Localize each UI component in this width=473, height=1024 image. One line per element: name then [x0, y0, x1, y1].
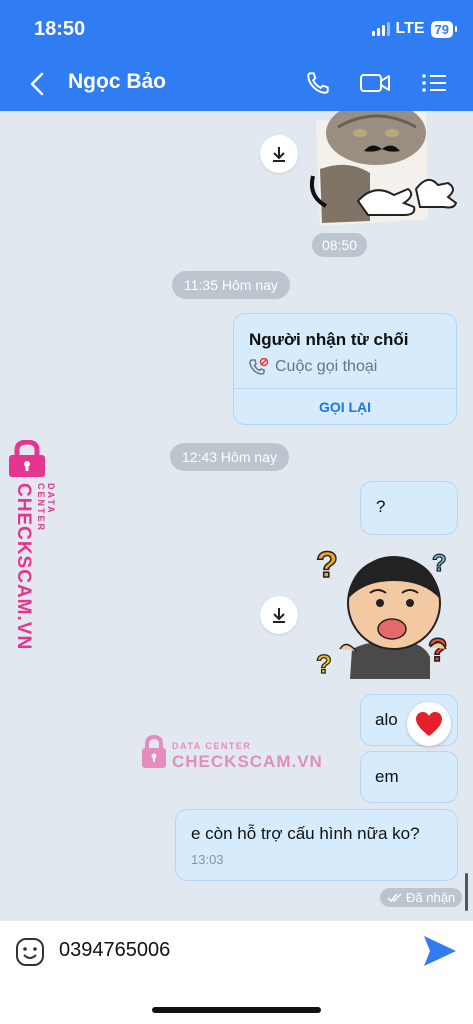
- contact-name[interactable]: Ngọc Bảo: [68, 70, 166, 94]
- cat-sticker[interactable]: [308, 111, 463, 229]
- delivery-status: Đã nhận: [380, 888, 463, 907]
- message-text: e còn hỗ trợ cấu hình nữa ko?: [191, 824, 420, 843]
- back-button[interactable]: [22, 68, 52, 100]
- double-check-icon: [387, 892, 402, 902]
- download-icon: [273, 147, 285, 162]
- status-time: 18:50: [34, 18, 86, 40]
- sticker-button[interactable]: [15, 937, 45, 972]
- message-bubble[interactable]: em: [360, 751, 458, 803]
- header: 18:50 LTE 79 Ngọc Bảo: [0, 0, 473, 111]
- message-text: em: [375, 767, 399, 786]
- watermark-subtext: DATA CENTER: [36, 483, 56, 533]
- message-input[interactable]: 0394765006: [59, 939, 170, 962]
- message-bubble[interactable]: e còn hỗ trợ cấu hình nữa ko? 13:03: [175, 809, 458, 881]
- call-type-label: Cuộc gọi thoại: [275, 358, 378, 375]
- chevron-left-icon: [30, 72, 44, 96]
- svg-text:?: ?: [316, 544, 338, 585]
- call-status-title: Người nhận từ chối: [249, 330, 409, 349]
- svg-text:?: ?: [432, 550, 447, 577]
- watermark-text: CHECKSCAM.VN: [172, 752, 323, 771]
- date-divider: 11:35 Hôm nay: [172, 271, 290, 299]
- watermark-subtext: DATA CENTER: [172, 741, 252, 751]
- delivery-status-label: Đã nhận: [406, 890, 456, 905]
- call-back-button[interactable]: GỌI LẠI: [234, 389, 456, 424]
- send-icon: [424, 936, 456, 966]
- watermark-text: CHECKSCAM.VN: [13, 483, 34, 651]
- call-button[interactable]: [301, 66, 335, 100]
- phone-icon: [307, 72, 329, 94]
- emoji-icon: [16, 938, 44, 966]
- download-sticker-button[interactable]: [260, 596, 298, 634]
- composer: 0394765006: [0, 921, 473, 1024]
- network-type: LTE: [395, 20, 425, 37]
- reaction-badge[interactable]: [407, 702, 451, 746]
- list-menu-icon: [422, 74, 446, 92]
- message-bubble[interactable]: ?: [360, 481, 458, 535]
- chat-area[interactable]: 08:50 11:35 Hôm nay Người nhận từ chối C…: [0, 111, 473, 921]
- date-divider: 12:43 Hôm nay: [170, 443, 289, 471]
- menu-button[interactable]: [417, 66, 451, 100]
- home-indicator: [152, 1007, 321, 1013]
- svg-text:?: ?: [428, 632, 448, 668]
- video-call-button[interactable]: [358, 66, 392, 100]
- download-icon: [273, 608, 285, 623]
- message-text: ?: [376, 497, 386, 516]
- confused-boy-sticker[interactable]: ? ? ? ?: [312, 541, 462, 681]
- heart-icon: [416, 712, 442, 736]
- send-button[interactable]: [422, 934, 458, 973]
- message-text: alo: [375, 710, 398, 729]
- status-indicators: LTE 79: [371, 20, 458, 38]
- lock-logo-icon: [142, 735, 166, 768]
- battery-icon: 79: [430, 20, 458, 38]
- sticker-timestamp: 08:50: [312, 233, 368, 257]
- video-camera-icon: [360, 74, 390, 92]
- message-timestamp: 13:03: [191, 852, 224, 867]
- scrollbar[interactable]: [465, 873, 468, 911]
- call-type: Cuộc gọi thoại: [249, 358, 377, 376]
- declined-call-icon: [249, 358, 269, 375]
- missed-call-card: Người nhận từ chối Cuộc gọi thoại GỌI LẠ…: [233, 313, 457, 425]
- svg-text:?: ?: [316, 649, 332, 679]
- lock-logo-icon: [9, 440, 45, 477]
- signal-icon: [371, 22, 390, 36]
- download-sticker-button[interactable]: [260, 135, 298, 173]
